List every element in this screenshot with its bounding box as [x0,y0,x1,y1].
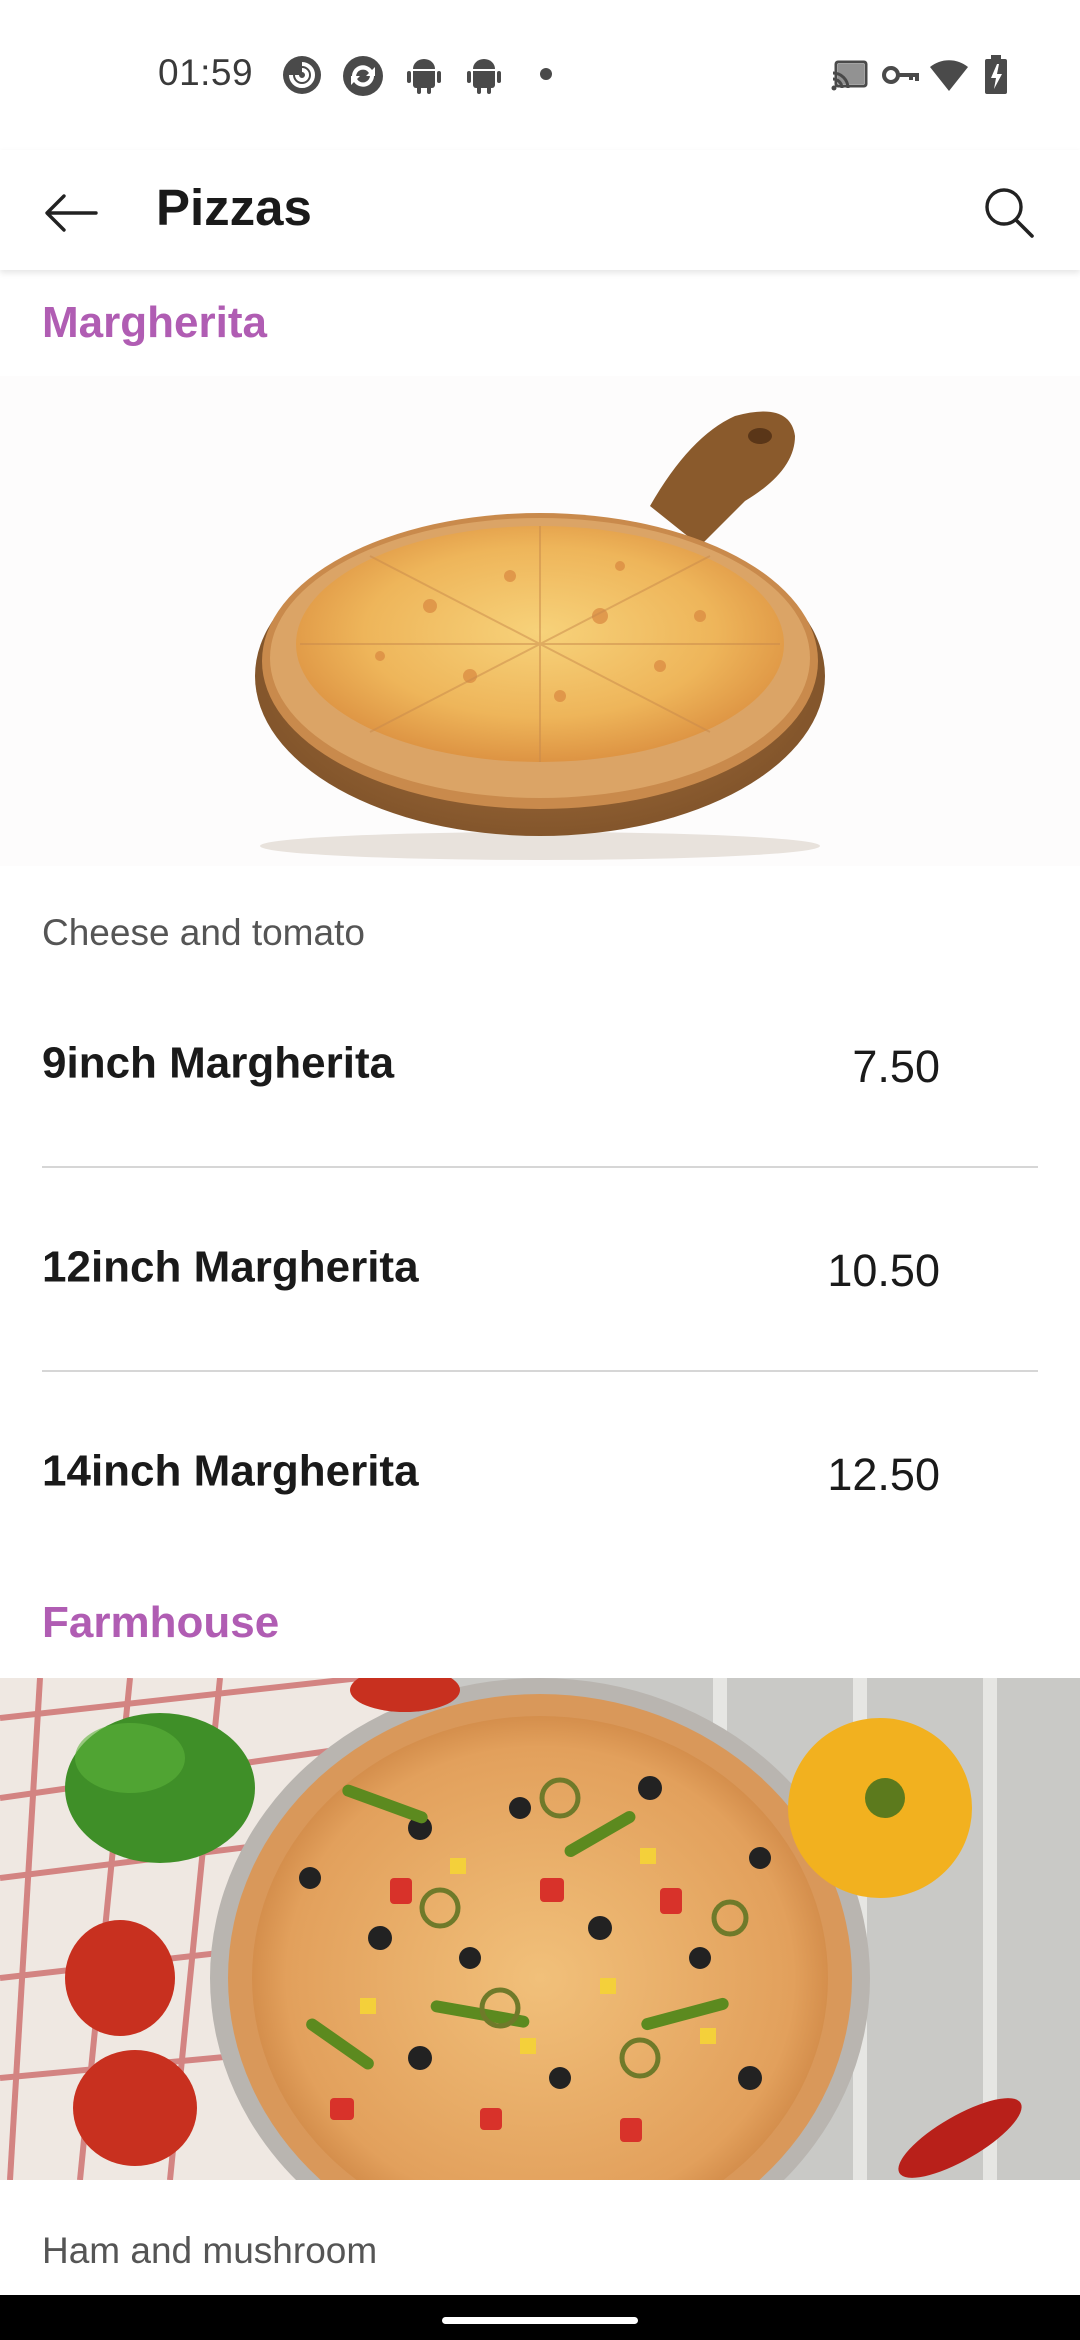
menu-item-row[interactable]: 9inch Margherita 7.50 [0,964,1080,1168]
status-bar: 01:59 [0,0,1080,150]
item-price: 12.50 [827,1449,940,1501]
wifi-icon [930,60,968,91]
search-icon [985,188,1034,238]
vpn-key-icon [882,66,919,84]
item-name: 14inch Margherita [42,1446,419,1496]
item-price: 7.50 [852,1041,940,1093]
navigation-bar [0,2295,1080,2340]
item-name: 9inch Margherita [42,1038,395,1088]
status-time: 01:59 [158,52,254,93]
menu-item-row[interactable]: 12inch Margherita 10.50 [0,1168,1080,1372]
item-name: 12inch Margherita [42,1242,419,1292]
farmhouse-description: Ham and mushroom [42,2230,378,2271]
margherita-image[interactable] [0,376,1080,866]
farmhouse-image[interactable] [0,1678,1080,2180]
back-button[interactable] [38,180,104,246]
margherita-pizza-image [255,411,825,860]
search-button[interactable] [976,180,1042,246]
menu-item-row[interactable]: 14inch Margherita 12.50 [0,1372,1080,1576]
section-title-margherita: Margherita [42,298,267,347]
android-icon [407,59,441,94]
farmhouse-pizza-image [0,1678,1080,2180]
cast-icon [831,60,868,91]
android-icon [467,59,501,94]
app-bar: Pizzas [0,150,1080,270]
pocket-casts-icon [283,56,321,94]
margherita-description: Cheese and tomato [42,912,365,953]
notification-dot-icon [540,68,552,80]
item-price: 10.50 [827,1245,940,1297]
menu-list[interactable]: Margherita Cheese and tomato 9inch Margh… [0,270,1080,2295]
sync-app-icon [343,56,383,96]
battery-charging-icon [985,55,1007,94]
section-title-farmhouse: Farmhouse [42,1598,280,1647]
home-gesture-handle[interactable] [442,2317,638,2324]
page-title: Pizzas [156,179,312,236]
arrow-left-icon [45,194,98,232]
